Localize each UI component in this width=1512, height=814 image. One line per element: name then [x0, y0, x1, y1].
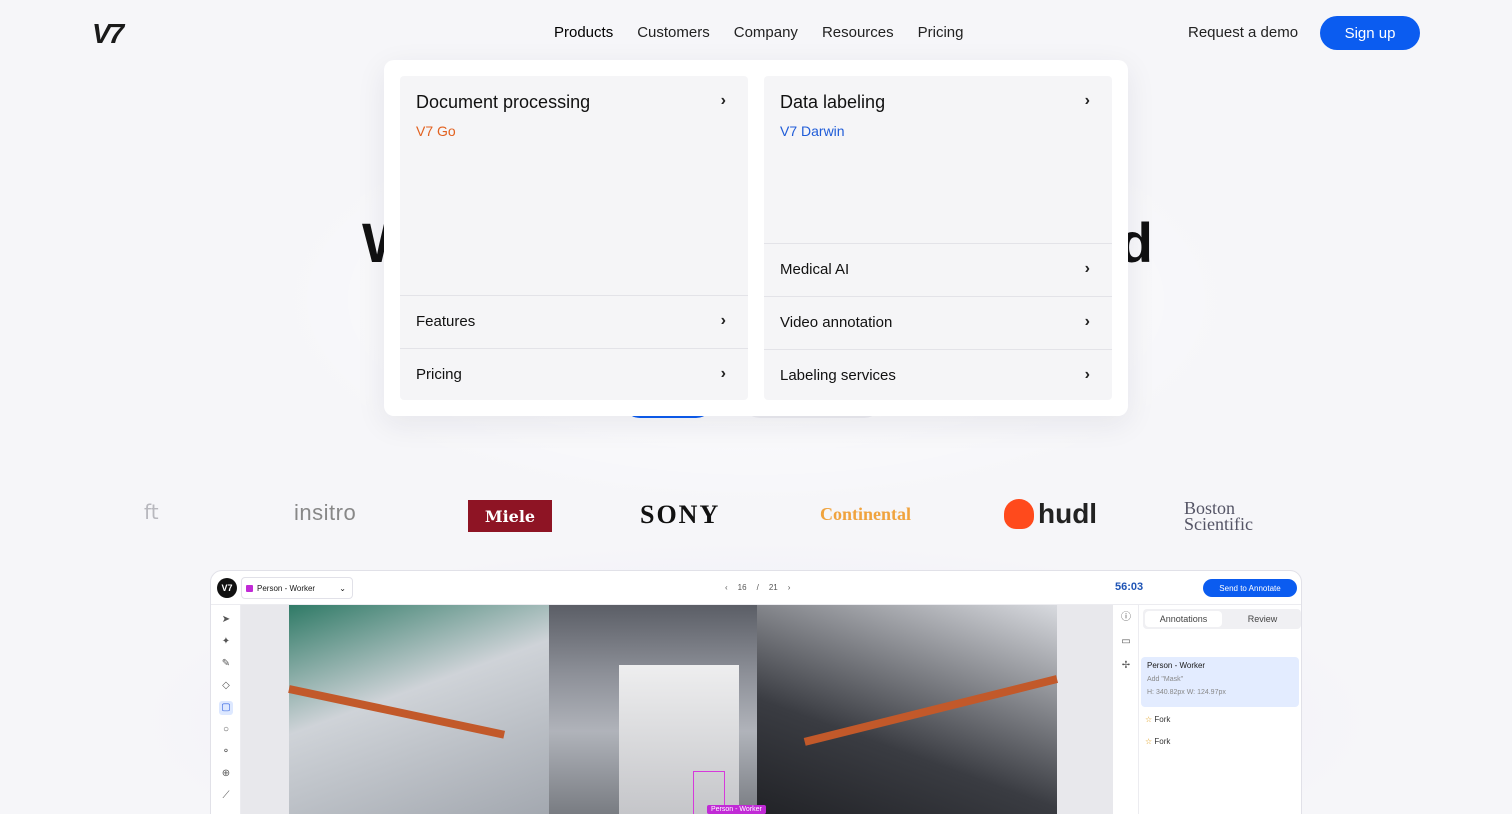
v7-logo[interactable]: V7 — [92, 18, 124, 50]
tab-annotations[interactable]: Annotations — [1145, 611, 1222, 627]
send-to-annotate-button[interactable]: Send to Annotate — [1203, 579, 1297, 597]
logo-partial: ft — [144, 500, 159, 524]
total-frames: 21 — [768, 583, 778, 592]
polygon-tool-icon[interactable]: ✎ — [219, 657, 233, 671]
v7-darwin-label: V7 Darwin — [780, 123, 845, 139]
logo-sony: SONY — [640, 500, 721, 529]
sign-up-button[interactable]: Sign up — [1320, 16, 1420, 50]
menu-item-label: Video annotation — [780, 314, 893, 331]
current-frame: 16 — [737, 583, 747, 592]
top-navbar: V7 Products Customers Company Resources … — [0, 0, 1512, 66]
data-labeling-card[interactable]: Data labeling V7 Darwin › — [764, 76, 1112, 155]
annotation-item-label: Fork — [1154, 715, 1171, 724]
nav-company[interactable]: Company — [734, 24, 798, 41]
shelf-left — [289, 605, 549, 814]
nav-pricing[interactable]: Pricing — [918, 24, 964, 41]
menu-item-features[interactable]: Features › — [400, 295, 748, 347]
keypoint-tool-icon[interactable]: ⚬ — [219, 745, 233, 759]
annotation-item-label: Fork — [1154, 737, 1171, 746]
annotation-name: Person - Worker — [1147, 661, 1206, 670]
annotation-dimensions: H: 340.82px W: 124.97px — [1147, 689, 1226, 696]
add-mask-action[interactable]: Add "Mask" — [1147, 676, 1293, 683]
nav-resources[interactable]: Resources — [822, 24, 894, 41]
chevron-right-icon: › — [720, 312, 726, 329]
logo-continental: Continental — [820, 504, 912, 524]
app-preview: V7 Person - Worker ⌄ ‹ 16 / 21 › 56:03 S… — [210, 570, 1302, 814]
menu-item-label: Pricing — [416, 366, 462, 383]
data-labeling-title: Data labeling — [780, 92, 886, 112]
chevron-right-icon: › — [1084, 313, 1090, 330]
app-toolbar: V7 Person - Worker ⌄ ‹ 16 / 21 › 56:03 S… — [211, 571, 1301, 605]
chevron-down-icon: ⌄ — [339, 583, 346, 593]
document-processing-card[interactable]: Document processing V7 Go › — [400, 76, 748, 155]
star-icon: ☆ — [1145, 715, 1153, 724]
ellipse-tool-icon[interactable]: ○ — [219, 723, 233, 737]
next-frame-icon[interactable]: › — [788, 583, 791, 592]
settings-icon[interactable]: ✢ — [1119, 659, 1133, 673]
frame-pager: ‹ 16 / 21 › — [725, 583, 790, 592]
comment-icon[interactable]: ▭ — [1119, 635, 1133, 649]
class-selector-label: Person - Worker — [257, 583, 316, 593]
annotation-item[interactable]: ☆ Fork — [1145, 715, 1170, 724]
side-icon-bar: ⓘ ▭ ✢ — [1113, 605, 1139, 814]
data-labeling-column: Data labeling V7 Darwin › Medical AI › V… — [764, 76, 1112, 400]
page-separator: / — [756, 583, 759, 592]
hudl-mark-icon — [1004, 499, 1034, 529]
warehouse-image: Person - Worker — [288, 605, 1058, 814]
shelf-right — [757, 605, 1057, 814]
main-nav: Products Customers Company Resources Pri… — [554, 24, 988, 41]
panel-tabs: Annotations Review — [1143, 609, 1301, 629]
skeleton-tool-icon[interactable]: ⟋ — [219, 789, 233, 803]
nav-products[interactable]: Products — [554, 24, 613, 41]
annotations-panel: Annotations Review Person - Worker Add "… — [1139, 605, 1301, 814]
select-tool-icon[interactable]: ➤ — [219, 613, 233, 627]
tool-sidebar: ➤ ✦ ✎ ◇ ▢ ○ ⚬ ⊕ ⟋ — [211, 605, 241, 814]
document-processing-column: Document processing V7 Go › Features › P… — [400, 76, 748, 400]
chevron-right-icon: › — [1084, 366, 1090, 383]
annotation-item-selected[interactable]: Person - Worker Add "Mask" H: 340.82px W… — [1141, 657, 1299, 707]
bounding-box-label: Person - Worker — [707, 805, 766, 814]
chevron-right-icon: › — [1084, 92, 1090, 109]
chevron-right-icon: › — [720, 365, 726, 382]
tab-review[interactable]: Review — [1224, 609, 1301, 629]
box-tool-icon[interactable]: ▢ — [219, 701, 233, 715]
menu-item-medical-ai[interactable]: Medical AI › — [764, 243, 1112, 295]
chevron-right-icon: › — [1084, 260, 1090, 277]
info-icon[interactable]: ⓘ — [1119, 611, 1133, 625]
annotation-item[interactable]: ☆ Fork — [1145, 737, 1170, 746]
hudl-wordmark: hudl — [1038, 498, 1098, 529]
menu-item-label: Labeling services — [780, 367, 896, 384]
products-dropdown: Document processing V7 Go › Features › P… — [384, 60, 1128, 416]
star-icon: ☆ — [1145, 737, 1153, 746]
class-selector[interactable]: Person - Worker ⌄ — [241, 577, 353, 599]
logo-hudl: hudl — [1004, 498, 1097, 530]
menu-item-labeling-services[interactable]: Labeling services › — [764, 349, 1112, 400]
app-logo: V7 — [217, 578, 237, 598]
prev-frame-icon[interactable]: ‹ — [725, 583, 728, 592]
menu-item-pricing[interactable]: Pricing › — [400, 348, 748, 400]
nav-customers[interactable]: Customers — [637, 24, 710, 41]
request-demo-link[interactable]: Request a demo — [1188, 24, 1298, 41]
class-color-swatch — [246, 584, 253, 592]
timer: 56:03 — [1115, 581, 1144, 593]
auto-annotate-icon[interactable]: ✦ — [219, 635, 233, 649]
chevron-right-icon: › — [720, 92, 726, 109]
menu-item-label: Features — [416, 313, 476, 330]
logo-boston-scientific: Boston Scientific — [1184, 498, 1253, 534]
v7-go-label: V7 Go — [416, 123, 456, 139]
customer-logos-strip: ft insitro Miele SONY Continental hudl B… — [0, 490, 1512, 546]
logo-insitro: insitro — [294, 500, 357, 525]
annotation-canvas[interactable]: Person - Worker — [241, 605, 1113, 814]
logo-miele: Miele — [468, 500, 552, 532]
brush-tool-icon[interactable]: ◇ — [219, 679, 233, 693]
crosshair-tool-icon[interactable]: ⊕ — [219, 767, 233, 781]
menu-item-label: Medical AI — [780, 261, 850, 278]
document-processing-title: Document processing — [416, 92, 591, 112]
menu-item-video-annotation[interactable]: Video annotation › — [764, 296, 1112, 348]
